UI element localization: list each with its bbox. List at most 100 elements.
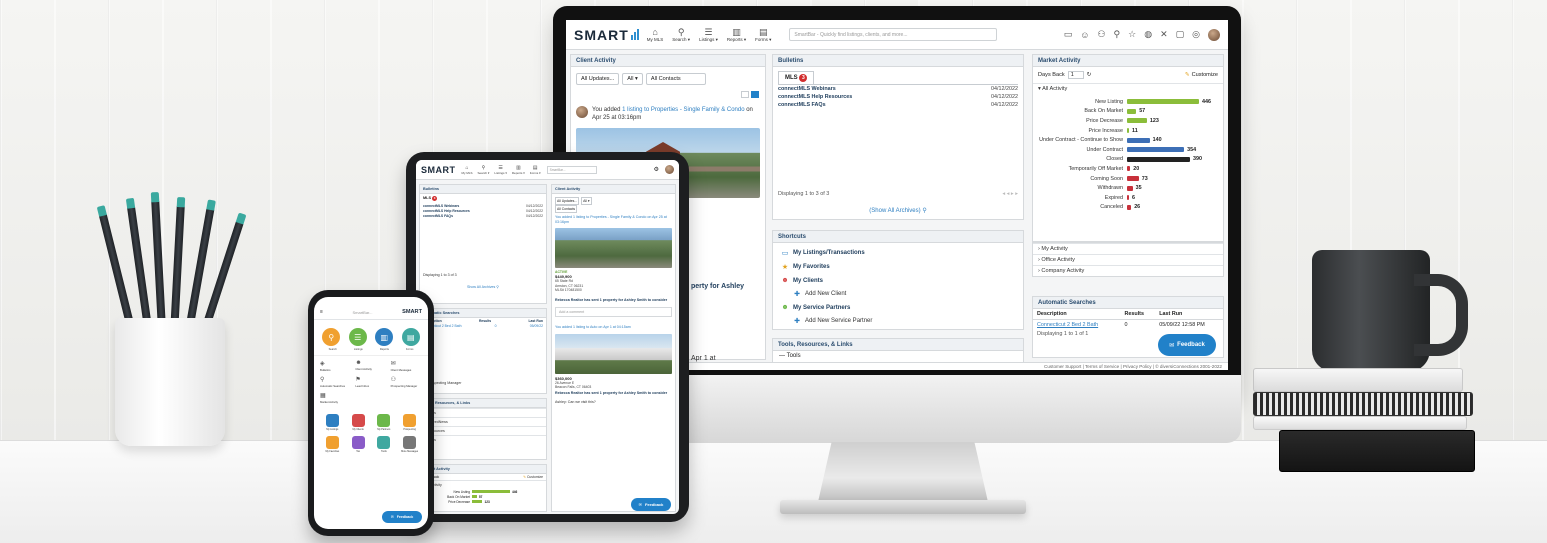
- smart-logo[interactable]: SMART: [566, 27, 647, 43]
- customize-button[interactable]: ✎ Customize: [1185, 72, 1218, 78]
- contact-icon[interactable]: ☺: [1080, 30, 1089, 40]
- dashboard-tile[interactable]: ☻ Client Activity: [355, 360, 386, 372]
- quick-action-listings-icon[interactable]: ☰: [348, 328, 367, 346]
- table-row[interactable]: Connecticut 2 Bed 2 Bath 0 05/09/22: [420, 323, 546, 328]
- dashboard-tile[interactable]: ◈ Bulletins: [320, 360, 351, 372]
- chart-bar[interactable]: [1127, 156, 1190, 162]
- zoom-icon[interactable]: ⚲: [1114, 29, 1121, 40]
- app-tile[interactable]: My Clients: [348, 414, 369, 431]
- nav-item-3[interactable]: ▥ Reports ▾: [512, 165, 525, 175]
- quick-action-reports-icon[interactable]: ▥: [375, 328, 394, 346]
- chart-bar[interactable]: [1127, 118, 1147, 124]
- customize-button[interactable]: ✎ Customize: [523, 475, 543, 479]
- phone-search-input[interactable]: SmartBar...: [353, 310, 373, 315]
- search-link[interactable]: Connecticut 2 Bed 2 Bath: [1033, 320, 1120, 331]
- show-all-archives-link[interactable]: (Show All Archives) ⚲: [773, 207, 1023, 214]
- dashboard-tile[interactable]: ⚑ Lead Inbox: [355, 376, 386, 388]
- chart-bar[interactable]: [472, 490, 510, 493]
- listing-photo[interactable]: [555, 333, 672, 374]
- nav-item-2[interactable]: ☰ Listings ▾: [494, 165, 507, 175]
- quick-action-forms-icon[interactable]: ▤: [401, 328, 420, 346]
- feedback-button[interactable]: ✉ Feedback: [382, 511, 422, 523]
- smart-logo[interactable]: SMART: [402, 309, 422, 315]
- nav-item-0[interactable]: ⌂ My MLS: [647, 27, 664, 43]
- nav-item-4[interactable]: ▤ Forms ▾: [530, 165, 541, 175]
- avatar[interactable]: [1208, 28, 1220, 41]
- grid-view-icon[interactable]: [751, 91, 759, 98]
- app-tile[interactable]: Tax: [348, 436, 369, 453]
- globe-icon[interactable]: ◍: [1144, 29, 1152, 40]
- app-tile[interactable]: More Messages: [399, 436, 420, 453]
- shortcut-item[interactable]: ☻ My Service Partners: [773, 301, 1023, 314]
- app-tile[interactable]: My Favorites: [322, 436, 343, 453]
- collapsed-section[interactable]: › Company Activity: [1033, 265, 1223, 276]
- avatar[interactable]: [665, 165, 674, 174]
- shortcut-item[interactable]: ✚ Add New Service Partner: [773, 314, 1023, 328]
- filter-contacts-select[interactable]: All Contacts: [555, 205, 578, 213]
- dashboard-tile[interactable]: ⚇ Prospecting Manager: [391, 376, 422, 388]
- tools-item[interactable]: ▸ MyFeedNews: [420, 417, 546, 426]
- folder-icon[interactable]: ▭: [1064, 29, 1073, 40]
- smartbar-search-input[interactable]: SmartBar - Quickly find listings, client…: [789, 28, 998, 41]
- list-view-icon[interactable]: [741, 91, 749, 98]
- tools-item[interactable]: — Links: [420, 435, 546, 444]
- user-icon[interactable]: ⚇: [1097, 29, 1105, 40]
- settings-icon[interactable]: ✕: [1160, 29, 1168, 40]
- nav-item-1[interactable]: ⚲ Search ▾: [672, 27, 690, 43]
- feedback-button[interactable]: ✉ Feedback: [1158, 334, 1216, 356]
- bulletin-tab-mls[interactable]: MLS 3: [420, 194, 546, 203]
- nav-item-0[interactable]: ⌂ My MLS: [462, 165, 473, 175]
- chart-bar[interactable]: [1127, 108, 1137, 114]
- listing-photo[interactable]: [555, 228, 672, 269]
- help-icon[interactable]: ◎: [1192, 29, 1200, 40]
- app-tile[interactable]: Tools: [374, 436, 395, 453]
- days-back-input[interactable]: 1: [1067, 71, 1084, 79]
- tools-item[interactable]: — Tools: [420, 408, 546, 417]
- tablet-search-input[interactable]: SmartBar...: [546, 165, 597, 174]
- dashboard-tile[interactable]: ✉ Client Messages: [391, 360, 422, 372]
- app-tile[interactable]: Prospecting: [399, 414, 420, 431]
- bulletin-item[interactable]: connectMLS Webinars 04/12/2022: [778, 85, 1018, 93]
- bulletin-item[interactable]: connectMLS Help Resources 04/12/2022: [778, 93, 1018, 101]
- pagination-icon[interactable]: ◂ ◂ ▸ ▸: [1002, 191, 1018, 197]
- show-all-archives-link[interactable]: Show All Archives ⚲: [420, 283, 546, 292]
- smart-logo[interactable]: SMART: [421, 165, 456, 175]
- filter-updates-select[interactable]: All Updates...: [576, 73, 620, 85]
- collapsed-section[interactable]: › Office Activity: [1033, 254, 1223, 265]
- tools-expand-item[interactable]: — Tools: [773, 351, 1023, 361]
- nav-item-4[interactable]: ▤ Forms ▾: [755, 27, 771, 43]
- collapsed-section[interactable]: › My Activity: [1033, 243, 1223, 254]
- activity-listing-link[interactable]: 1 listing to Properties - Single Family …: [622, 107, 744, 113]
- nav-item-1[interactable]: ⚲ Search ▾: [478, 165, 490, 175]
- filter-contacts-select[interactable]: All Contacts: [645, 73, 706, 85]
- shortcut-item[interactable]: ✚ Add New Client: [773, 287, 1023, 301]
- dashboard-tile[interactable]: ⚲ Automatic Searches: [320, 376, 351, 388]
- bulletin-tab-mls[interactable]: MLS 3: [778, 71, 815, 84]
- bulletin-item[interactable]: connectMLS FAQs 04/12/2022: [420, 213, 546, 218]
- filter-all-select[interactable]: All ▾: [622, 73, 643, 85]
- shortcut-item[interactable]: ☻ My Clients: [773, 274, 1023, 287]
- tools-item[interactable]: — Resources: [420, 426, 546, 435]
- feedback-button[interactable]: ✉ Feedback: [631, 498, 671, 511]
- dashboard-tile[interactable]: ▦ Market Activity: [320, 392, 351, 404]
- filter-all-select[interactable]: All ▾: [581, 197, 592, 205]
- menu-icon[interactable]: ≡: [320, 309, 323, 315]
- star-icon[interactable]: ☆: [1128, 29, 1136, 40]
- nav-item-3[interactable]: ▥ Reports ▾: [727, 27, 746, 43]
- chat-icon[interactable]: ▢: [1176, 29, 1185, 40]
- filter-updates-select[interactable]: All Updates...: [555, 197, 580, 205]
- nav-item-2[interactable]: ☰ Listings ▾: [699, 27, 718, 43]
- all-activity-toggle[interactable]: ▾ All Activity: [420, 480, 546, 489]
- settings-icon[interactable]: ⚙: [654, 166, 659, 173]
- bulletin-item[interactable]: connectMLS FAQs 04/12/2022: [778, 101, 1018, 109]
- comment-input[interactable]: Add a comment: [555, 306, 672, 318]
- chart-bar[interactable]: [1127, 137, 1150, 143]
- app-tile[interactable]: My Partners: [374, 414, 395, 431]
- refresh-icon[interactable]: ↻: [1087, 72, 1092, 78]
- shortcut-item[interactable]: ▭ My Listings/Transactions: [773, 246, 1023, 260]
- chart-bar[interactable]: [1127, 99, 1199, 105]
- activity-item[interactable]: You added 1 listing to Auto on Apr 1 at …: [552, 323, 675, 332]
- shortcut-item[interactable]: ★ My Favorites: [773, 260, 1023, 274]
- app-tile[interactable]: My Listings: [322, 414, 343, 431]
- chart-bar[interactable]: [472, 500, 483, 503]
